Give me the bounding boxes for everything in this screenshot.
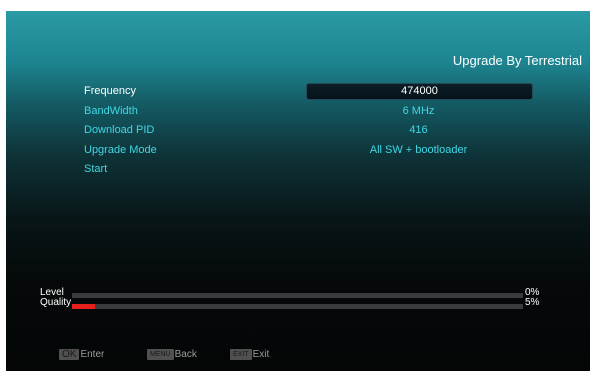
menu-item-label: Upgrade Mode [84, 143, 157, 156]
level-meter [72, 293, 523, 298]
help-label: Back [174, 349, 197, 361]
ok-key-icon: OK [59, 349, 80, 361]
quality-meter [72, 304, 523, 309]
exit-key-icon: EXIT [230, 349, 252, 361]
help-ok-enter[interactable]: OK Enter [59, 346, 105, 361]
page-title: Upgrade By Terrestrial [452, 53, 582, 68]
help-exit[interactable]: EXIT Exit [230, 346, 270, 361]
menu-item-label: Download PID [84, 124, 155, 136]
help-label: Exit [252, 349, 270, 361]
tv-screen: Upgrade By Terrestrial Frequency 474000 … [6, 11, 590, 371]
quality-label: Quality [40, 297, 72, 308]
help-label: Enter [80, 349, 105, 361]
download-pid-value[interactable]: 416 [306, 122, 531, 139]
quality-percent: 5% [525, 297, 540, 308]
menu-item-label: Frequency [84, 85, 136, 97]
menu-item-download-pid[interactable]: Download PID 416 [84, 122, 574, 142]
menu-item-frequency[interactable]: Frequency 474000 [84, 83, 574, 103]
frequency-input[interactable]: 474000 [306, 83, 533, 100]
bandwidth-value[interactable]: 6 MHz [306, 103, 531, 120]
quality-meter-fill [72, 304, 95, 309]
menu-item-start[interactable]: Start [84, 161, 574, 181]
menu-item-label: BandWidth [84, 104, 138, 117]
start-button[interactable]: Start [84, 163, 107, 175]
menu-item-bandwidth[interactable]: BandWidth 6 MHz [84, 103, 574, 123]
upgrade-mode-value[interactable]: All SW + bootloader [306, 142, 531, 159]
menu-item-upgrade-mode[interactable]: Upgrade Mode All SW + bootloader [84, 142, 574, 162]
settings-menu: Frequency 474000 BandWidth 6 MHz Downloa… [84, 83, 574, 181]
help-menu-back[interactable]: MENU Back [147, 346, 197, 361]
menu-key-icon: MENU [147, 349, 174, 361]
